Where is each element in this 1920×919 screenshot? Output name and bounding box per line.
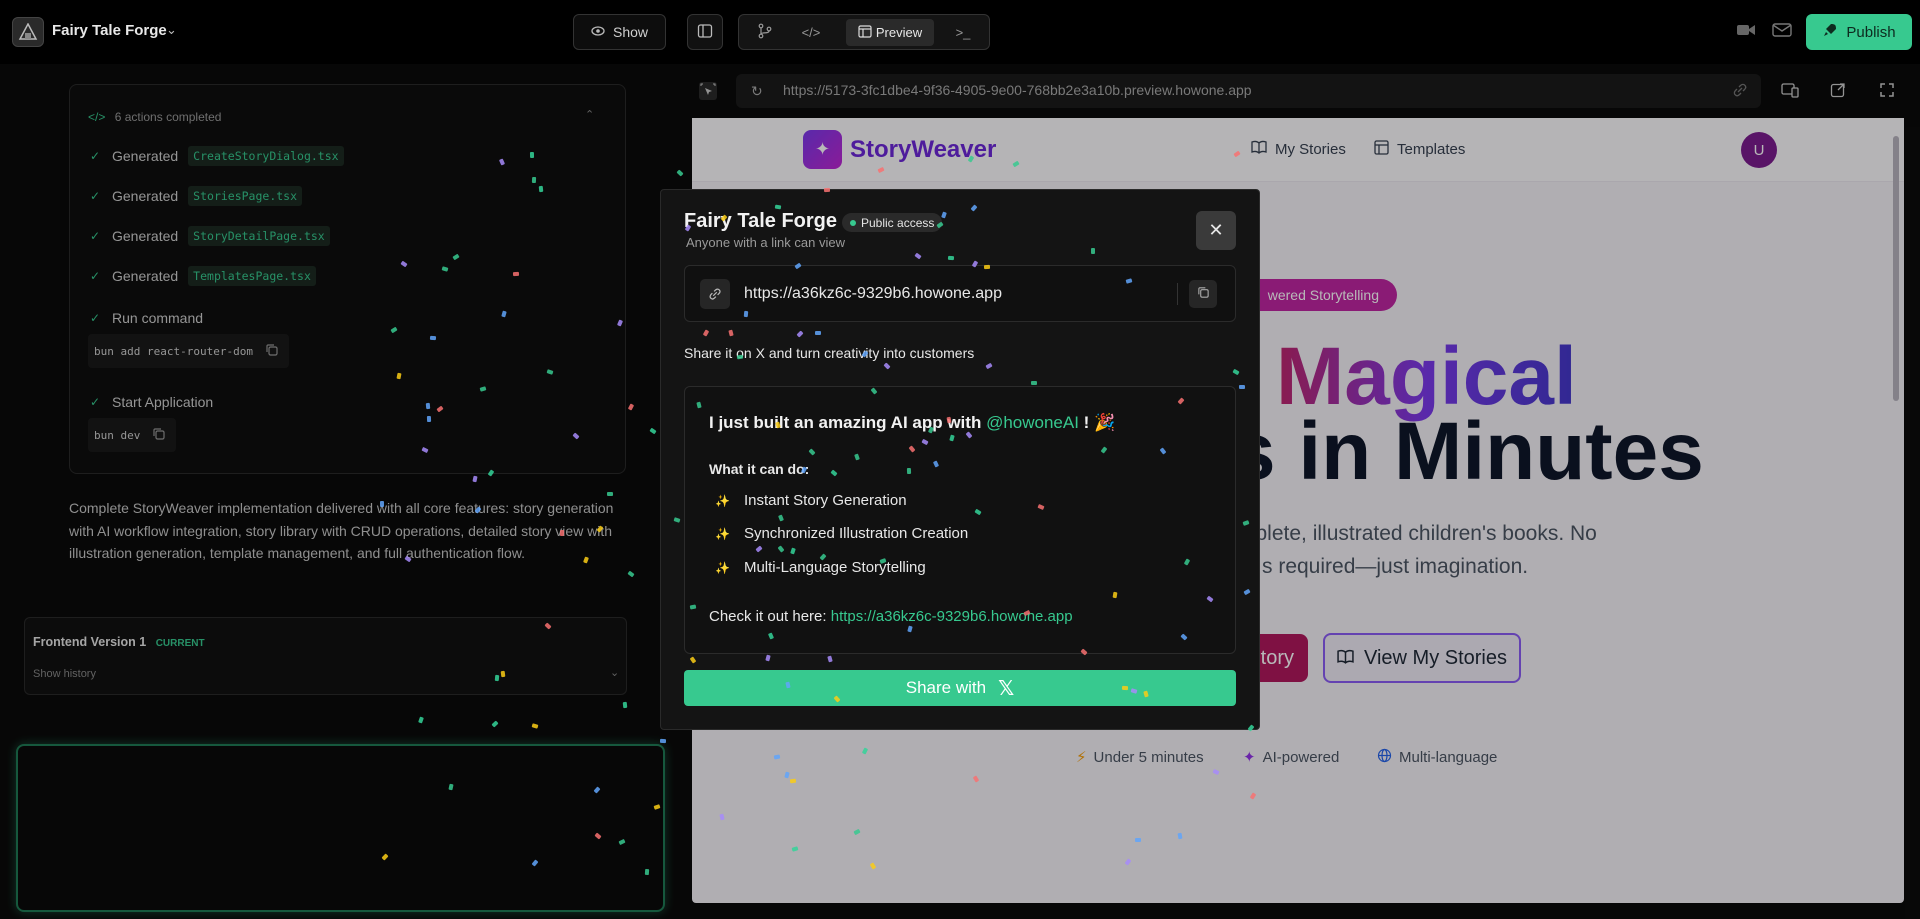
divider: [1177, 283, 1178, 305]
link-icon: [700, 279, 730, 309]
sparkle-icon: ✨: [715, 560, 730, 575]
share-label: Share with: [905, 678, 987, 697]
confetti-piece: [429, 335, 437, 341]
public-access-badge: Public access: [842, 213, 943, 232]
terminal-icon: >_: [955, 25, 971, 40]
preview-tab[interactable]: Preview: [846, 19, 934, 46]
top-bar: Fairy Tale Forge ⌄ Show </> Preview >_ P…: [0, 0, 1920, 64]
tweet-can-do: What it can do:: [709, 461, 810, 477]
tweet-text: I just built an amazing AI app with: [709, 413, 982, 432]
confetti-piece: [512, 271, 519, 276]
confetti-piece: [689, 604, 696, 610]
confetti-piece: [983, 264, 990, 269]
chevron-down-icon[interactable]: ⌄: [166, 22, 177, 38]
tweet-list-item: ✨ Synchronized Illustration Creation: [715, 525, 968, 542]
confetti-piece: [1238, 384, 1245, 390]
rocket-icon: [1822, 22, 1838, 42]
status-dot-icon: [850, 219, 856, 226]
sparkle-icon: ✨: [715, 526, 730, 541]
copy-link-button[interactable]: [1189, 280, 1217, 308]
confetti-piece: [644, 868, 650, 876]
close-button[interactable]: ✕: [1196, 211, 1236, 250]
confetti-piece: [425, 403, 431, 410]
eye-icon: [591, 24, 605, 41]
x-logo-icon: 𝕏: [998, 676, 1015, 700]
confetti-piece: [500, 671, 505, 678]
code-tab[interactable]: </>: [793, 19, 829, 46]
tweet-list-item: ✨ Instant Story Generation: [715, 492, 907, 509]
confetti-piece: [607, 492, 614, 497]
confetti-piece: [660, 739, 667, 744]
confetti-piece: [1142, 690, 1149, 698]
tweet-text-end: ! 🎉: [1083, 413, 1116, 432]
publish-button[interactable]: Publish: [1806, 14, 1912, 50]
tweet-item-label: Instant Story Generation: [743, 492, 907, 509]
sidebar-icon: [697, 23, 713, 42]
view-switcher: </> Preview >_: [738, 14, 990, 50]
share-on-x-button[interactable]: Share with 𝕏: [684, 670, 1236, 706]
preview-label: Preview: [875, 25, 923, 40]
share-prompt: Share it on X and turn creativity into c…: [684, 345, 975, 361]
tweet-check-link[interactable]: https://a36kz6c-9329b6.howone.app: [831, 608, 1073, 625]
mail-icon[interactable]: [1772, 22, 1792, 43]
confetti-piece: [815, 331, 822, 336]
tweet-list-item: ✨ Multi-Language Storytelling: [715, 559, 926, 576]
modal-subtitle: Anyone with a link can view: [686, 235, 845, 250]
confetti-piece: [530, 152, 535, 159]
confetti-piece: [559, 529, 565, 537]
branch-tab[interactable]: [747, 19, 783, 46]
sparkle-icon: ✨: [715, 493, 730, 508]
confetti-piece: [426, 415, 431, 422]
project-logo[interactable]: [12, 17, 44, 47]
confetti-piece: [494, 674, 499, 681]
confetti-piece: [1122, 685, 1129, 691]
confetti-piece: [695, 401, 702, 409]
browser-icon: [858, 24, 872, 41]
confetti-piece: [531, 176, 536, 184]
confetti-piece: [380, 500, 385, 507]
confetti-piece: [1135, 837, 1142, 842]
confetti-piece: [538, 185, 543, 193]
copy-icon: [1197, 286, 1210, 302]
tweet-headline: I just built an amazing AI app with @how…: [709, 413, 1115, 433]
tweet-check-line: Check it out here: https://a36kz6c-9329b…: [709, 608, 1073, 625]
close-icon: ✕: [1208, 220, 1224, 240]
confetti-piece: [907, 467, 912, 474]
confetti-piece: [1031, 381, 1038, 386]
tweet-item-label: Synchronized Illustration Creation: [743, 525, 969, 542]
confetti-piece: [1091, 248, 1096, 255]
confetti-piece: [789, 778, 796, 784]
tweet-check-text: Check it out here:: [709, 608, 827, 625]
share-link-url[interactable]: https://a36kz6c-9329b6.howone.app: [744, 285, 1002, 303]
show-button[interactable]: Show: [573, 14, 666, 50]
confetti-piece: [774, 421, 781, 429]
project-name[interactable]: Fairy Tale Forge: [52, 22, 167, 39]
sidebar-toggle-button[interactable]: [687, 14, 723, 50]
code-icon: </>: [801, 25, 821, 40]
tweet-mention: @howoneAI: [986, 413, 1079, 432]
video-icon[interactable]: [1736, 22, 1756, 43]
publish-label: Publish: [1846, 23, 1896, 41]
git-branch-icon: [757, 23, 773, 42]
terminal-tab[interactable]: >_: [945, 19, 981, 46]
modal-title: Fairy Tale Forge: [684, 210, 838, 232]
tweet-item-label: Multi-Language Storytelling: [743, 559, 926, 576]
show-label: Show: [612, 24, 649, 40]
public-access-label: Public access: [861, 215, 935, 230]
confetti-piece: [773, 754, 781, 760]
